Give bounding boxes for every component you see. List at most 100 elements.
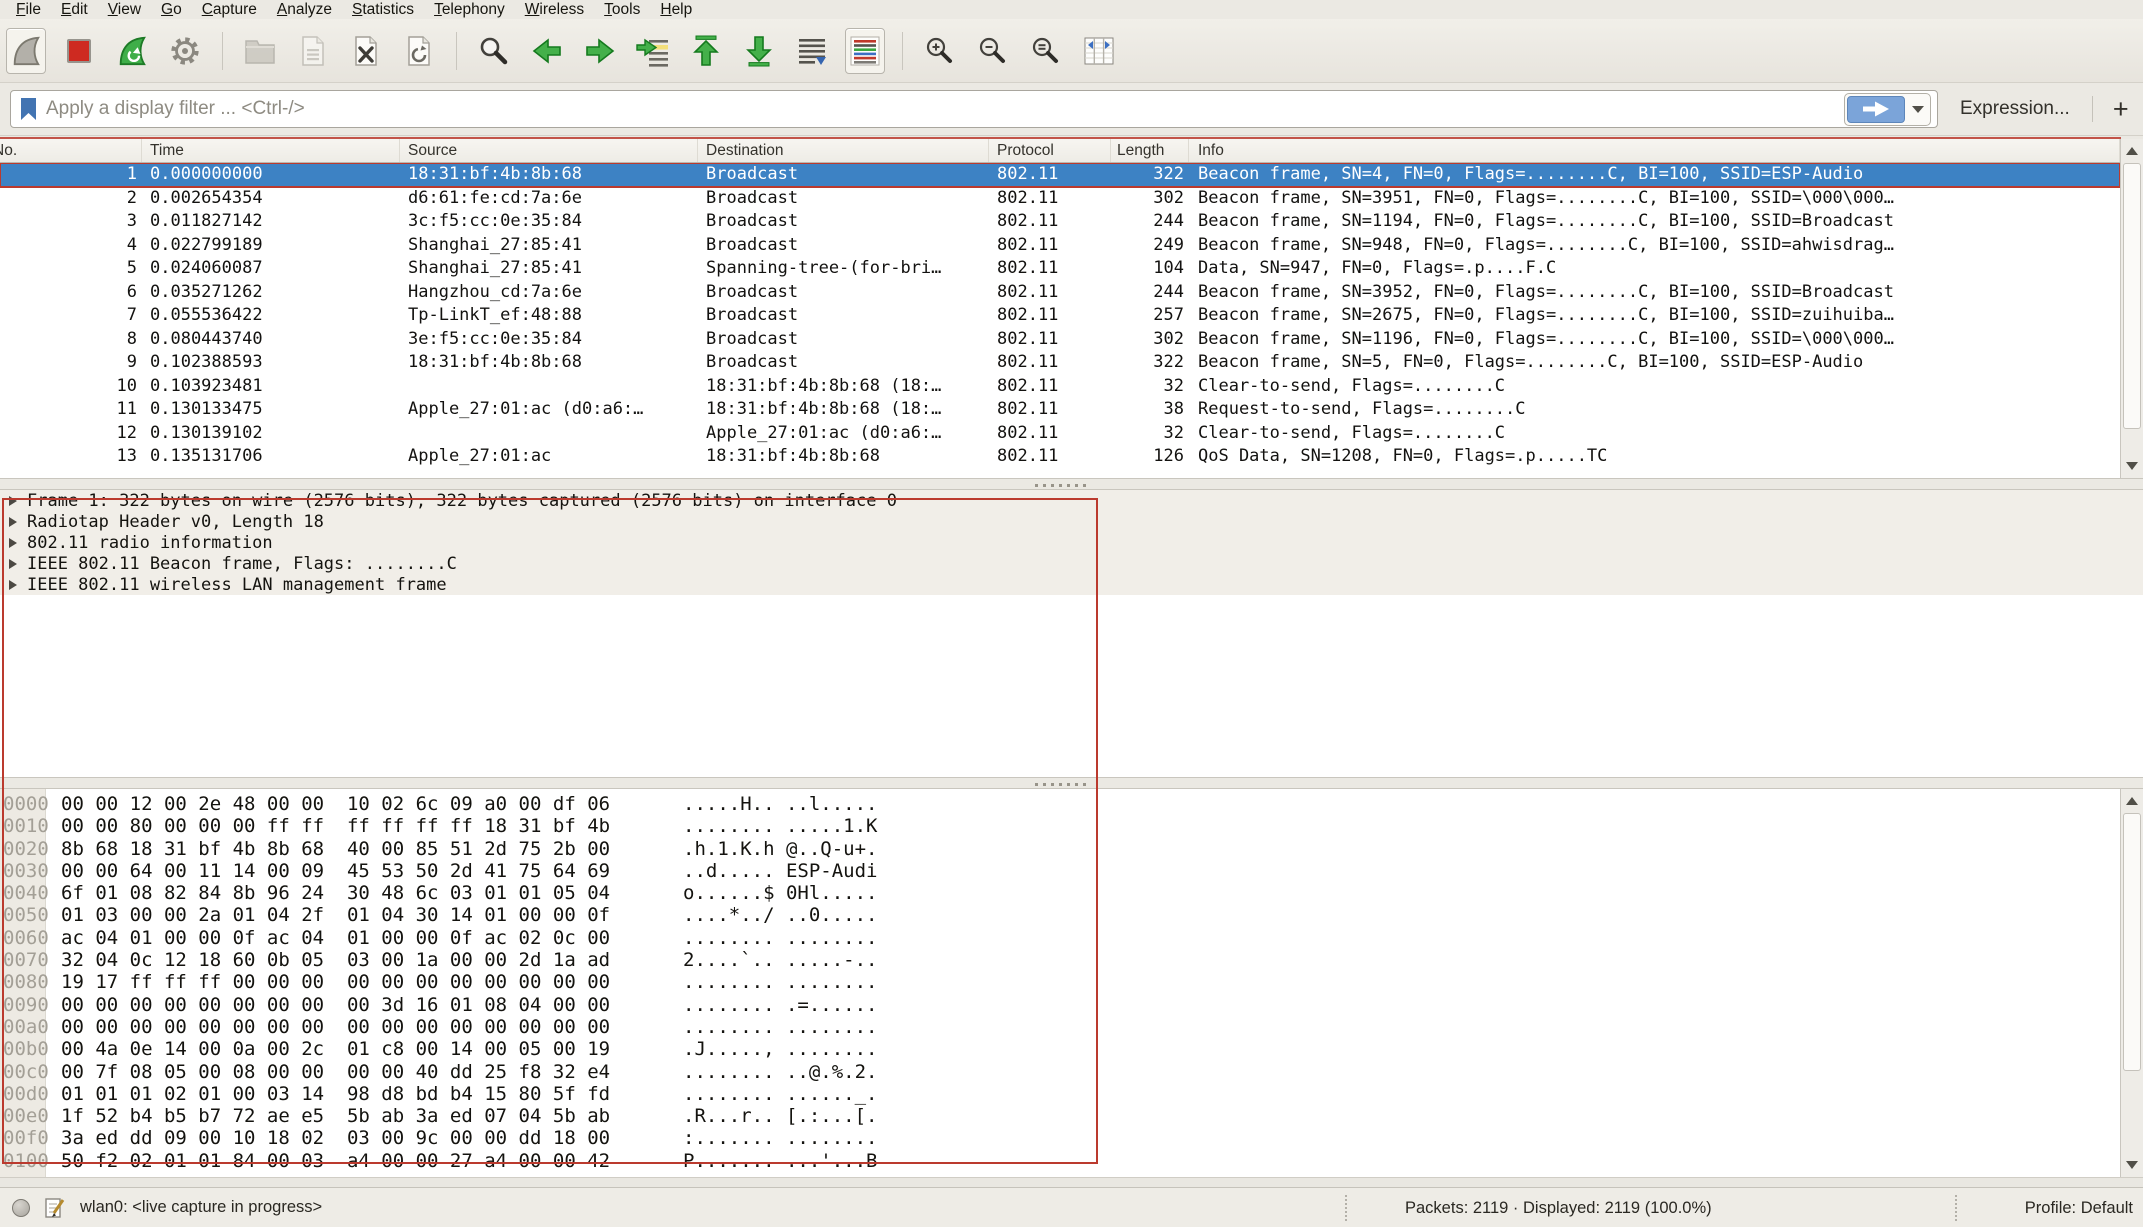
reload-file-button[interactable] xyxy=(399,28,439,74)
column-header-source[interactable]: Source xyxy=(400,139,698,162)
hex-row[interactable]: 008019 17 ff ff ff 00 00 00 00 00 00 00 … xyxy=(0,971,2120,993)
detail-row[interactable]: IEEE 802.11 Beacon frame, Flags: .......… xyxy=(0,553,2143,574)
expert-info-icon[interactable] xyxy=(12,1199,30,1217)
scroll-down-icon[interactable] xyxy=(2121,1155,2143,1175)
bookmark-icon[interactable] xyxy=(21,98,36,120)
packet-row-7[interactable]: 70.055536422Tp-LinkT_ef:48:88Broadcast80… xyxy=(0,304,2120,328)
expand-arrow-icon[interactable] xyxy=(9,538,17,548)
column-header-destination[interactable]: Destination xyxy=(698,139,989,162)
packet-row-2[interactable]: 20.002654354d6:61:fe:cd:7a:6eBroadcast80… xyxy=(0,187,2120,211)
display-filter-input[interactable] xyxy=(46,98,1844,120)
packet-row-10[interactable]: 100.10392348118:31:bf:4b:8b:68 (18:…802.… xyxy=(0,375,2120,399)
packet-row-8[interactable]: 80.0804437403e:f5:cc:0e:35:84Broadcast80… xyxy=(0,328,2120,352)
start-capture-button[interactable] xyxy=(6,28,46,74)
colorize-button[interactable] xyxy=(845,28,885,74)
packet-row-11[interactable]: 110.130133475Apple_27:01:ac (d0:a6:…18:3… xyxy=(0,398,2120,422)
packet-details[interactable]: Frame 1: 322 bytes on wire (2576 bits), … xyxy=(0,490,2143,777)
menu-help[interactable]: Help xyxy=(650,0,702,19)
menu-wireless[interactable]: Wireless xyxy=(515,0,594,19)
column-header-protocol[interactable]: Protocol xyxy=(989,139,1111,162)
packet-row-5[interactable]: 50.024060087Shanghai_27:85:41Spanning-tr… xyxy=(0,257,2120,281)
go-to-packet-button[interactable] xyxy=(633,28,673,74)
pane-splitter[interactable] xyxy=(0,478,2143,490)
hex-row[interactable]: 001000 00 80 00 00 00 ff ff ff ff ff ff … xyxy=(0,815,2120,837)
menu-edit[interactable]: Edit xyxy=(51,0,98,19)
filter-history-caret-icon[interactable] xyxy=(1912,106,1924,113)
hex-row[interactable]: 00e01f 52 b4 b5 b7 72 ae e5 5b ab 3a ed … xyxy=(0,1105,2120,1127)
hex-row[interactable]: 00208b 68 18 31 bf 4b 8b 68 40 00 85 51 … xyxy=(0,838,2120,860)
packet-row-1[interactable]: 10.00000000018:31:bf:4b:8b:68Broadcast80… xyxy=(0,163,2120,187)
hex-row[interactable]: 0060ac 04 01 00 00 0f ac 04 01 00 00 0f … xyxy=(0,927,2120,949)
expand-arrow-icon[interactable] xyxy=(9,580,17,590)
menu-statistics[interactable]: Statistics xyxy=(342,0,424,19)
save-file-button[interactable] xyxy=(293,28,333,74)
scroll-up-icon[interactable] xyxy=(2121,791,2143,811)
zoom-reset-button[interactable] xyxy=(1026,28,1066,74)
detail-row[interactable]: 802.11 radio information xyxy=(0,532,2143,553)
comment-icon[interactable] xyxy=(44,1196,66,1220)
expand-arrow-icon[interactable] xyxy=(9,496,17,506)
packet-row-6[interactable]: 60.035271262Hangzhou_cd:7a:6eBroadcast80… xyxy=(0,281,2120,305)
zoom-in-button[interactable] xyxy=(920,28,960,74)
close-file-button[interactable] xyxy=(346,28,386,74)
capture-options-button[interactable] xyxy=(165,28,205,74)
scroll-up-icon[interactable] xyxy=(2121,141,2143,161)
find-packet-button[interactable] xyxy=(474,28,514,74)
go-forward-button[interactable] xyxy=(580,28,620,74)
pane-splitter[interactable] xyxy=(0,777,2143,789)
column-header-time[interactable]: Time xyxy=(142,139,400,162)
go-to-top-button[interactable] xyxy=(686,28,726,74)
packet-list-scrollbar[interactable] xyxy=(2120,139,2143,478)
packet-bytes-pane[interactable]: 000000 00 12 00 2e 48 00 00 10 02 6c 09 … xyxy=(0,789,2120,1177)
go-back-button[interactable] xyxy=(527,28,567,74)
hex-row[interactable]: 00f03a ed dd 09 00 10 18 02 03 00 9c 00 … xyxy=(0,1127,2120,1149)
resize-columns-button[interactable] xyxy=(1079,28,1119,74)
hex-row[interactable]: 009000 00 00 00 00 00 00 00 00 3d 16 01 … xyxy=(0,994,2120,1016)
column-header-no[interactable]: No. xyxy=(0,139,142,162)
column-header-length[interactable]: Length xyxy=(1111,139,1189,162)
hex-row[interactable]: 007032 04 0c 12 18 60 0b 05 03 00 1a 00 … xyxy=(0,949,2120,971)
hex-row[interactable]: 00a000 00 00 00 00 00 00 00 00 00 00 00 … xyxy=(0,1016,2120,1038)
hex-row[interactable]: 003000 00 64 00 11 14 00 09 45 53 50 2d … xyxy=(0,860,2120,882)
stop-capture-button[interactable] xyxy=(59,28,99,74)
menu-view[interactable]: View xyxy=(98,0,151,19)
hex-row[interactable]: 010050 f2 02 01 01 84 00 03 a4 00 00 27 … xyxy=(0,1150,2120,1172)
hex-row[interactable]: 000000 00 12 00 2e 48 00 00 10 02 6c 09 … xyxy=(0,793,2120,815)
menu-capture[interactable]: Capture xyxy=(192,0,267,19)
column-header-info[interactable]: Info xyxy=(1189,139,2120,162)
menu-go[interactable]: Go xyxy=(151,0,192,19)
detail-row[interactable]: IEEE 802.11 wireless LAN management fram… xyxy=(0,574,2143,595)
hex-row[interactable]: 00406f 01 08 82 84 8b 96 24 30 48 6c 03 … xyxy=(0,882,2120,904)
hex-row[interactable]: 00d001 01 01 02 01 00 03 14 98 d8 bd b4 … xyxy=(0,1083,2120,1105)
expand-arrow-icon[interactable] xyxy=(9,517,17,527)
hex-row[interactable]: 00b000 4a 0e 14 00 0a 00 2c 01 c8 00 14 … xyxy=(0,1038,2120,1060)
expand-arrow-icon[interactable] xyxy=(9,559,17,569)
go-to-bottom-button[interactable] xyxy=(739,28,779,74)
menu-telephony[interactable]: Telephony xyxy=(424,0,515,19)
packet-row-3[interactable]: 30.0118271423c:f5:cc:0e:35:84Broadcast80… xyxy=(0,210,2120,234)
packet-row-9[interactable]: 90.10238859318:31:bf:4b:8b:68Broadcast80… xyxy=(0,351,2120,375)
packet-row-4[interactable]: 40.022799189Shanghai_27:85:41Broadcast80… xyxy=(0,234,2120,258)
scrollbar-thumb[interactable] xyxy=(2123,163,2141,429)
hex-row[interactable]: 00c000 7f 08 05 00 08 00 00 00 00 40 dd … xyxy=(0,1061,2120,1083)
zoom-out-button[interactable] xyxy=(973,28,1013,74)
display-filter-field[interactable] xyxy=(10,90,1938,128)
packet-row-13[interactable]: 130.135131706Apple_27:01:ac18:31:bf:4b:8… xyxy=(0,445,2120,469)
bytes-scrollbar[interactable] xyxy=(2120,789,2143,1177)
scroll-down-icon[interactable] xyxy=(2121,456,2143,476)
expression-button[interactable]: Expression... xyxy=(1954,98,2076,120)
restart-capture-button[interactable] xyxy=(112,28,152,74)
packet-list-body[interactable]: 10.00000000018:31:bf:4b:8b:68Broadcast80… xyxy=(0,163,2120,478)
menu-tools[interactable]: Tools xyxy=(594,0,650,19)
auto-scroll-button[interactable] xyxy=(792,28,832,74)
profile-status[interactable]: Profile: Default xyxy=(2025,1188,2133,1227)
detail-row[interactable]: Frame 1: 322 bytes on wire (2576 bits), … xyxy=(0,490,2143,511)
menu-analyze[interactable]: Analyze xyxy=(267,0,342,19)
scrollbar-thumb[interactable] xyxy=(2123,813,2141,1071)
add-filter-button[interactable]: + xyxy=(2109,94,2133,125)
packet-row-12[interactable]: 120.130139102Apple_27:01:ac (d0:a6:…802.… xyxy=(0,422,2120,446)
open-file-button[interactable] xyxy=(240,28,280,74)
menu-file[interactable]: File xyxy=(6,0,51,19)
detail-row[interactable]: Radiotap Header v0, Length 18 xyxy=(0,511,2143,532)
hex-row[interactable]: 005001 03 00 00 2a 01 04 2f 01 04 30 14 … xyxy=(0,904,2120,926)
